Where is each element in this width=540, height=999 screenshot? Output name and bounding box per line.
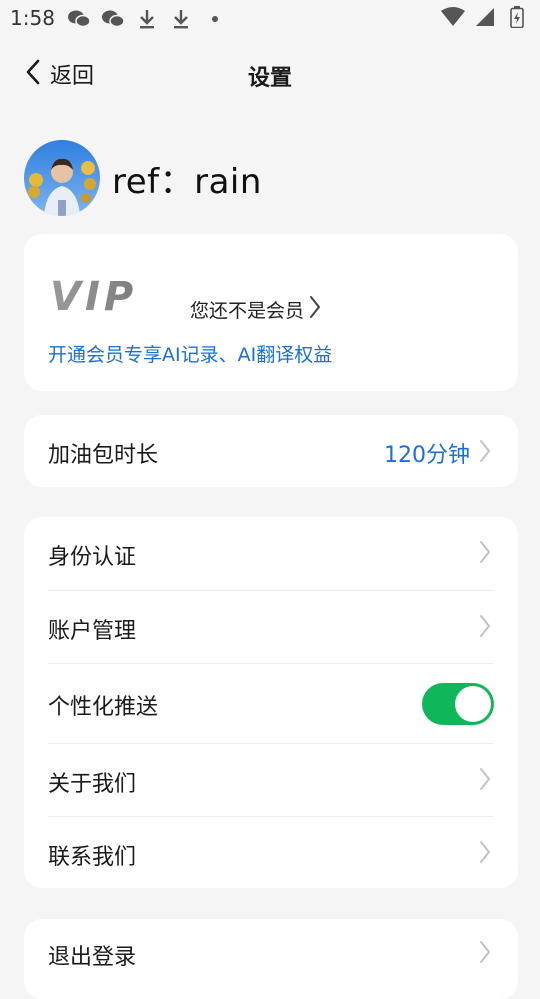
back-button[interactable]: 返回	[24, 58, 94, 90]
wechat-icon	[66, 8, 92, 30]
back-label: 返回	[50, 64, 95, 89]
dot-icon	[202, 8, 228, 30]
vip-logo: VIP	[48, 274, 160, 320]
avatar[interactable]	[24, 140, 100, 216]
notification-icons	[66, 8, 228, 30]
header-bar: 设置 返回	[0, 52, 540, 96]
settings-item-label: 联系我们	[48, 845, 137, 870]
chevron-right-icon	[478, 939, 492, 969]
download-icon	[168, 8, 194, 30]
settings-item-label: 关于我们	[48, 772, 137, 797]
personalized-push-toggle[interactable]	[422, 683, 494, 725]
settings-item-label: 个性化推送	[48, 695, 159, 720]
toggle-knob	[455, 686, 491, 722]
logout-row[interactable]: 退出登录	[24, 919, 518, 999]
username: ref：rain	[112, 161, 262, 202]
chevron-right-icon	[478, 766, 492, 796]
settings-item-label: 身份认证	[48, 545, 137, 570]
settings-item-contact-us[interactable]: 联系我们	[24, 817, 518, 888]
vip-logo-text: VIP	[50, 276, 137, 316]
settings-list: 身份认证 账户管理 个性化推送 关于我们 联系我们	[24, 517, 518, 888]
settings-item-label: 账户管理	[48, 619, 137, 644]
settings-item-personalized-push: 个性化推送	[24, 664, 518, 743]
chevron-right-icon	[478, 539, 492, 569]
vip-status-text: 您还不是会员	[190, 299, 305, 322]
vip-benefit-description: 开通会员专享AI记录、AI翻译权益	[48, 344, 333, 366]
chevron-right-icon	[478, 839, 492, 869]
status-bar: 1:58	[0, 0, 540, 36]
chevron-right-icon	[308, 294, 322, 324]
chevron-left-icon	[24, 58, 42, 90]
settings-item-account-management[interactable]: 账户管理	[24, 591, 518, 663]
settings-item-identity-verification[interactable]: 身份认证	[24, 517, 518, 590]
status-time: 1:58	[10, 6, 55, 30]
profile-section[interactable]: ref：rain	[24, 140, 262, 216]
fuel-pack-value: 120分钟	[384, 443, 470, 468]
wifi-icon	[440, 6, 466, 28]
fuel-pack-label: 加油包时长	[48, 443, 159, 468]
logout-label: 退出登录	[48, 945, 137, 970]
settings-item-about-us[interactable]: 关于我们	[24, 744, 518, 816]
wechat-icon	[100, 8, 126, 30]
fuel-pack-row[interactable]: 加油包时长 120分钟	[24, 415, 518, 487]
chevron-right-icon	[478, 613, 492, 643]
chevron-right-icon	[478, 438, 492, 468]
signal-icon	[472, 6, 498, 28]
vip-status-link[interactable]: 您还不是会员	[190, 294, 322, 324]
download-icon	[134, 8, 160, 30]
battery-icon	[504, 6, 530, 28]
vip-card[interactable]: VIP 您还不是会员 开通会员专享AI记录、AI翻译权益	[24, 234, 518, 391]
